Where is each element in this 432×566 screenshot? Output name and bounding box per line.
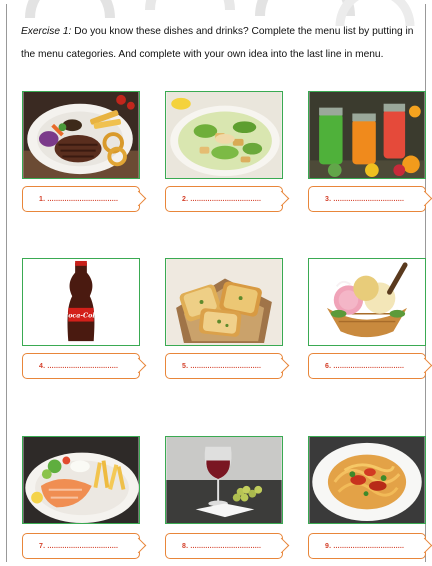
salmon-fries-icon <box>23 437 139 523</box>
answer-box-1[interactable]: 1. ................................. <box>22 186 140 212</box>
exercise-text: Do you know these dishes and drinks? Com… <box>21 26 414 60</box>
food-image-salmon <box>22 436 140 524</box>
coca-cola-logo: Coca-Cola <box>63 312 99 320</box>
answer-blank-6: 6. ................................. <box>325 362 405 370</box>
answer-blank-4: 4. ................................. <box>39 362 119 370</box>
answer-blank-8: 8. ................................. <box>182 542 262 550</box>
garlic-bread-icon <box>166 259 282 345</box>
coca-cola-bottle-icon: Coca-Cola <box>23 259 139 345</box>
ice-cream-basket-icon <box>309 259 425 345</box>
red-wine-glass-icon <box>166 437 282 523</box>
answer-blank-2: 2. ................................. <box>182 195 262 203</box>
worksheet-page: Exercise 1: Do you know these dishes and… <box>0 0 432 566</box>
food-image-ice-cream <box>308 258 426 346</box>
answer-blank-1: 1. ................................. <box>39 195 119 203</box>
fruit-juices-icon <box>309 92 425 178</box>
answer-box-4[interactable]: 4. ................................. <box>22 353 140 379</box>
food-image-spaghetti <box>308 436 426 524</box>
answer-blank-3: 3. ................................. <box>325 195 405 203</box>
food-image-garlic-bread <box>165 258 283 346</box>
exercise-instructions: Exercise 1: Do you know these dishes and… <box>21 20 425 66</box>
answer-box-6[interactable]: 6. ................................. <box>308 353 426 379</box>
caesar-salad-icon <box>166 92 282 178</box>
steak-plate-icon <box>23 92 139 178</box>
food-image-juices <box>308 91 426 179</box>
answer-blank-7: 7. ................................. <box>39 542 119 550</box>
food-image-steak <box>22 91 140 179</box>
answer-box-8[interactable]: 8. ................................. <box>165 533 283 559</box>
answer-blank-9: 9. ................................. <box>325 542 405 550</box>
answer-blank-5: 5. ................................. <box>182 362 262 370</box>
answer-box-3[interactable]: 3. ................................. <box>308 186 426 212</box>
answer-box-2[interactable]: 2. ................................. <box>165 186 283 212</box>
answer-box-5[interactable]: 5. ................................. <box>165 353 283 379</box>
exercise-label: Exercise 1: <box>21 26 72 37</box>
food-image-wine <box>165 436 283 524</box>
food-image-salad <box>165 91 283 179</box>
food-image-cola: Coca-Cola <box>22 258 140 346</box>
answer-box-7[interactable]: 7. ................................. <box>22 533 140 559</box>
spaghetti-icon <box>309 437 425 523</box>
answer-box-9[interactable]: 9. ................................. <box>308 533 426 559</box>
